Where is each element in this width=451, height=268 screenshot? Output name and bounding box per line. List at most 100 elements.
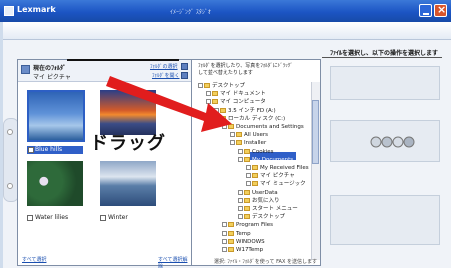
folder-icon xyxy=(244,197,250,203)
tree-item-label: マイ ドキュメント xyxy=(220,91,266,98)
photo-caption: Water lilies xyxy=(35,214,69,221)
tree-item[interactable]: Temp xyxy=(222,230,251,238)
tree-instruction: して並べ替えたりします xyxy=(198,70,253,76)
divider xyxy=(322,57,442,58)
expand-icon[interactable] xyxy=(246,165,251,170)
tree-item-label: Program Files xyxy=(236,222,274,229)
photo-thumbnail[interactable] xyxy=(27,161,83,206)
photo-checkbox[interactable] xyxy=(100,215,106,221)
app-title: Lexmark xyxy=(17,5,56,14)
expand-icon[interactable] xyxy=(238,214,243,220)
folder-icon xyxy=(244,148,250,154)
scrollbar-thumb[interactable] xyxy=(312,100,319,164)
select-none-link[interactable]: すべて選択解除 xyxy=(158,256,191,268)
tree-item[interactable]: デスクトップ xyxy=(238,213,285,221)
window-subtitle: ｲﾒｰｼﾞﾝｸﾞ ｽﾀｼﾞｵ xyxy=(170,9,211,16)
tree-item-label: マイ ミュージック xyxy=(260,181,306,188)
folder-select-button[interactable] xyxy=(181,63,188,70)
action-panel[interactable] xyxy=(330,195,440,245)
tree-item[interactable]: マイ ミュージック xyxy=(246,180,306,188)
folder-icon xyxy=(244,189,250,195)
instruction-text: ﾌｧｲﾙを選択し、以下の操作を選択します xyxy=(330,50,439,57)
photo-checkbox[interactable] xyxy=(27,215,33,221)
expand-icon[interactable] xyxy=(238,148,243,154)
folder-icon xyxy=(228,230,234,236)
thumbnail-panel: 現在のﾌｫﾙﾀﾞ マイ ピクチャ ﾌｫﾙﾀﾞの選択 ﾌｫﾙﾀﾞを開く Blue … xyxy=(17,59,192,268)
tree-item[interactable]: W17Temp xyxy=(222,246,263,254)
main-header xyxy=(3,22,451,40)
photo-thumbnail[interactable] xyxy=(27,90,85,142)
folder-icon xyxy=(21,65,30,74)
zoom-in-icon[interactable] xyxy=(7,129,13,135)
folder-tree-panel: ﾌｫﾙﾀﾞを選択したり、写真をﾌｫﾙﾀﾞにﾄﾞﾗｯｸﾞ して並べ替えたりします … xyxy=(191,59,321,266)
tree-item[interactable]: UserData xyxy=(238,189,278,197)
photo-caption: Winter xyxy=(108,214,128,221)
expand-icon[interactable] xyxy=(222,247,227,252)
expand-icon[interactable] xyxy=(206,99,211,105)
expand-icon[interactable] xyxy=(230,132,235,138)
zoom-out-icon[interactable] xyxy=(7,183,13,189)
tree-item-label: デスクトップ xyxy=(252,214,286,221)
photo-thumbnail[interactable] xyxy=(100,161,156,206)
tree-item-label: Cookies xyxy=(252,148,274,155)
tree-item[interactable]: マイ ピクチャ xyxy=(246,172,295,180)
folder-icon xyxy=(236,132,242,138)
expand-icon[interactable] xyxy=(214,107,219,113)
folder-open-link[interactable]: ﾌｫﾙﾀﾞを開く xyxy=(152,72,180,79)
expand-icon[interactable] xyxy=(214,115,219,121)
expand-icon[interactable] xyxy=(238,206,243,211)
expand-icon[interactable] xyxy=(238,156,243,162)
expand-icon[interactable] xyxy=(230,140,235,146)
folder-icon xyxy=(228,238,234,244)
tree-item-label: All Users xyxy=(244,132,268,139)
folder-icon xyxy=(252,181,258,187)
tree-item[interactable]: ローカル ディスク (C:) xyxy=(214,115,285,123)
expand-icon[interactable] xyxy=(222,124,227,129)
close-button[interactable] xyxy=(434,3,447,17)
expand-icon[interactable] xyxy=(238,189,243,195)
photo-checkbox[interactable] xyxy=(28,147,34,153)
tree-item-label: ローカル ディスク (C:) xyxy=(228,115,286,122)
tree-item-label: スタート メニュー xyxy=(252,206,298,212)
title-bar: Lexmark ｲﾒｰｼﾞﾝｸﾞ ｽﾀｼﾞｵ xyxy=(0,0,451,22)
tree-item[interactable]: スタート メニュー xyxy=(238,205,298,213)
tree-item[interactable]: Installer xyxy=(230,139,266,147)
callout-line xyxy=(67,59,179,61)
tree-item[interactable]: マイ ドキュメント xyxy=(206,90,266,98)
expand-icon[interactable] xyxy=(246,173,251,179)
tree-item[interactable]: My Documents xyxy=(238,156,293,164)
app-icon xyxy=(4,6,14,16)
tree-item[interactable]: Cookies xyxy=(238,148,274,156)
tree-item[interactable]: My Received Files xyxy=(246,164,309,172)
tree-item[interactable]: デスクトップ xyxy=(198,82,245,90)
expand-icon[interactable] xyxy=(222,222,227,228)
tree-item-label: Temp xyxy=(236,230,251,237)
tree-item[interactable]: All Users xyxy=(230,131,268,139)
folder-icon xyxy=(244,156,250,162)
desktop-icon xyxy=(204,83,210,88)
expand-icon[interactable] xyxy=(222,230,227,236)
tree-item[interactable]: 3.5 インチ FD (A:) xyxy=(214,107,276,115)
folder-open-button[interactable] xyxy=(181,72,188,79)
drive-icon xyxy=(220,115,226,121)
expand-icon[interactable] xyxy=(198,83,203,88)
tree-item[interactable]: Program Files xyxy=(222,221,273,229)
tree-item-label: Installer xyxy=(244,140,267,147)
tree-item[interactable]: WINDOWS xyxy=(222,238,265,246)
tree-item[interactable]: Documents and Settings xyxy=(222,123,304,131)
tree-item-label: Documents and Settings xyxy=(236,124,304,130)
expand-icon[interactable] xyxy=(246,181,251,187)
expand-icon[interactable] xyxy=(222,238,227,244)
expand-icon[interactable] xyxy=(238,197,243,203)
folder-select-link[interactable]: ﾌｫﾙﾀﾞの選択 xyxy=(150,63,178,70)
drag-label: ドラッグ xyxy=(90,133,166,154)
tree-item[interactable]: お気に入り xyxy=(238,197,280,205)
action-panel[interactable] xyxy=(330,66,440,100)
folder-icon xyxy=(228,124,234,129)
floppy-icon xyxy=(220,107,226,113)
select-all-link[interactable]: すべて選択 xyxy=(22,256,46,263)
minimize-button[interactable] xyxy=(419,4,432,17)
tree-item[interactable]: マイ コンピュータ xyxy=(206,98,266,106)
folder-icon xyxy=(212,91,218,97)
expand-icon[interactable] xyxy=(206,91,211,97)
